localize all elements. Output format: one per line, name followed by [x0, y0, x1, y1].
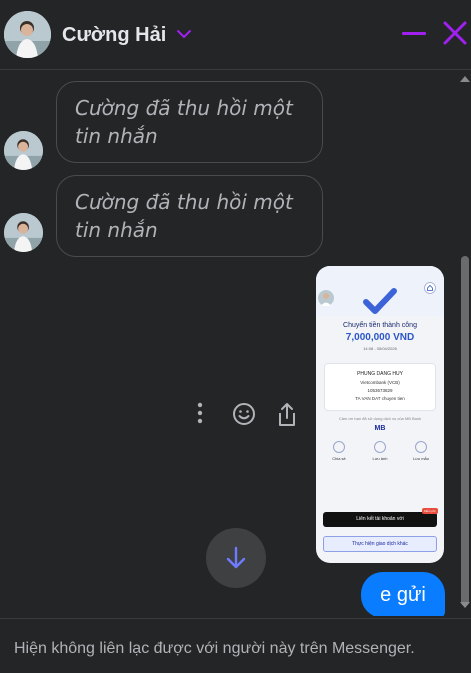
sent-message-bubble[interactable]: e gửi [361, 572, 445, 616]
chat-header: Cường Hải [0, 0, 471, 70]
recalled-message-bubble[interactable]: Cường đã thu hồi một tin nhắn [56, 81, 323, 163]
message-list[interactable]: Cường đã thu hồi một tin nhắn Cường đã t… [0, 71, 471, 616]
image-attachment[interactable]: Chuyển tiền thành công 7,000,000 VND 14:… [316, 266, 444, 563]
sender-avatar [4, 213, 43, 252]
scrollbar-thumb[interactable] [461, 256, 469, 606]
receipt-new-transaction-button: Thực hiện giao dịch khác [323, 536, 437, 552]
transfer-receipt-image: Chuyển tiền thành công 7,000,000 VND 14:… [316, 266, 444, 563]
contact-name[interactable]: Cường Hải [62, 24, 166, 47]
more-options-icon[interactable] [196, 402, 204, 424]
unavailable-notice-text: Hiện không liên lạc được với người này t… [14, 640, 415, 657]
recipient-account: 1053673829 [367, 388, 393, 393]
scroll-up-icon[interactable] [460, 75, 470, 83]
receipt-amount: 7,000,000 VND [345, 332, 415, 343]
thumbnail-avatar [318, 290, 334, 306]
bank-logo: MB [374, 425, 386, 432]
chevron-down-icon[interactable] [176, 26, 192, 42]
receipt-badge: Miễn phí [422, 508, 438, 514]
receipt-actions: Chia sẻ Lưu ảnh Lưu mẫu [326, 441, 434, 461]
receipt-note: Cảm ơn bạn đã sử dụng dịch vụ của MB Ban… [338, 416, 422, 421]
success-check-icon [363, 288, 397, 314]
scrollbar[interactable] [459, 71, 471, 616]
minimize-icon[interactable] [402, 20, 426, 48]
recipient-name: PHUNG DANG HUY [357, 371, 403, 377]
emoji-reaction-icon[interactable] [232, 402, 256, 426]
transfer-description: TA VAN DAT chuyen tien [355, 396, 405, 401]
receipt-action-save-image: Lưu ảnh [367, 441, 393, 461]
receipt-date: 14:08 - 05/04/2026 [363, 346, 397, 351]
receipt-action-share: Chia sẻ [326, 441, 352, 461]
composer-disabled-notice: Hiện không liên lạc được với người này t… [0, 618, 471, 673]
close-icon[interactable] [440, 18, 470, 48]
recipient-bank: Vietcombank (VCB) [360, 380, 400, 385]
scroll-to-bottom-button[interactable] [206, 528, 266, 588]
share-icon[interactable] [276, 402, 298, 428]
receipt-action-save-template: Lưu mẫu [408, 441, 434, 461]
receipt-title: Chuyển tiền thành công [343, 322, 417, 329]
receipt-link-account-button: Liên kết tài khoản với [323, 512, 437, 527]
recalled-message-bubble[interactable]: Cường đã thu hồi một tin nhắn [56, 175, 323, 257]
scroll-down-icon[interactable] [460, 601, 470, 609]
contact-avatar[interactable] [4, 11, 51, 58]
arrow-down-icon [226, 546, 246, 569]
home-icon [424, 282, 436, 294]
sender-avatar [4, 131, 43, 170]
